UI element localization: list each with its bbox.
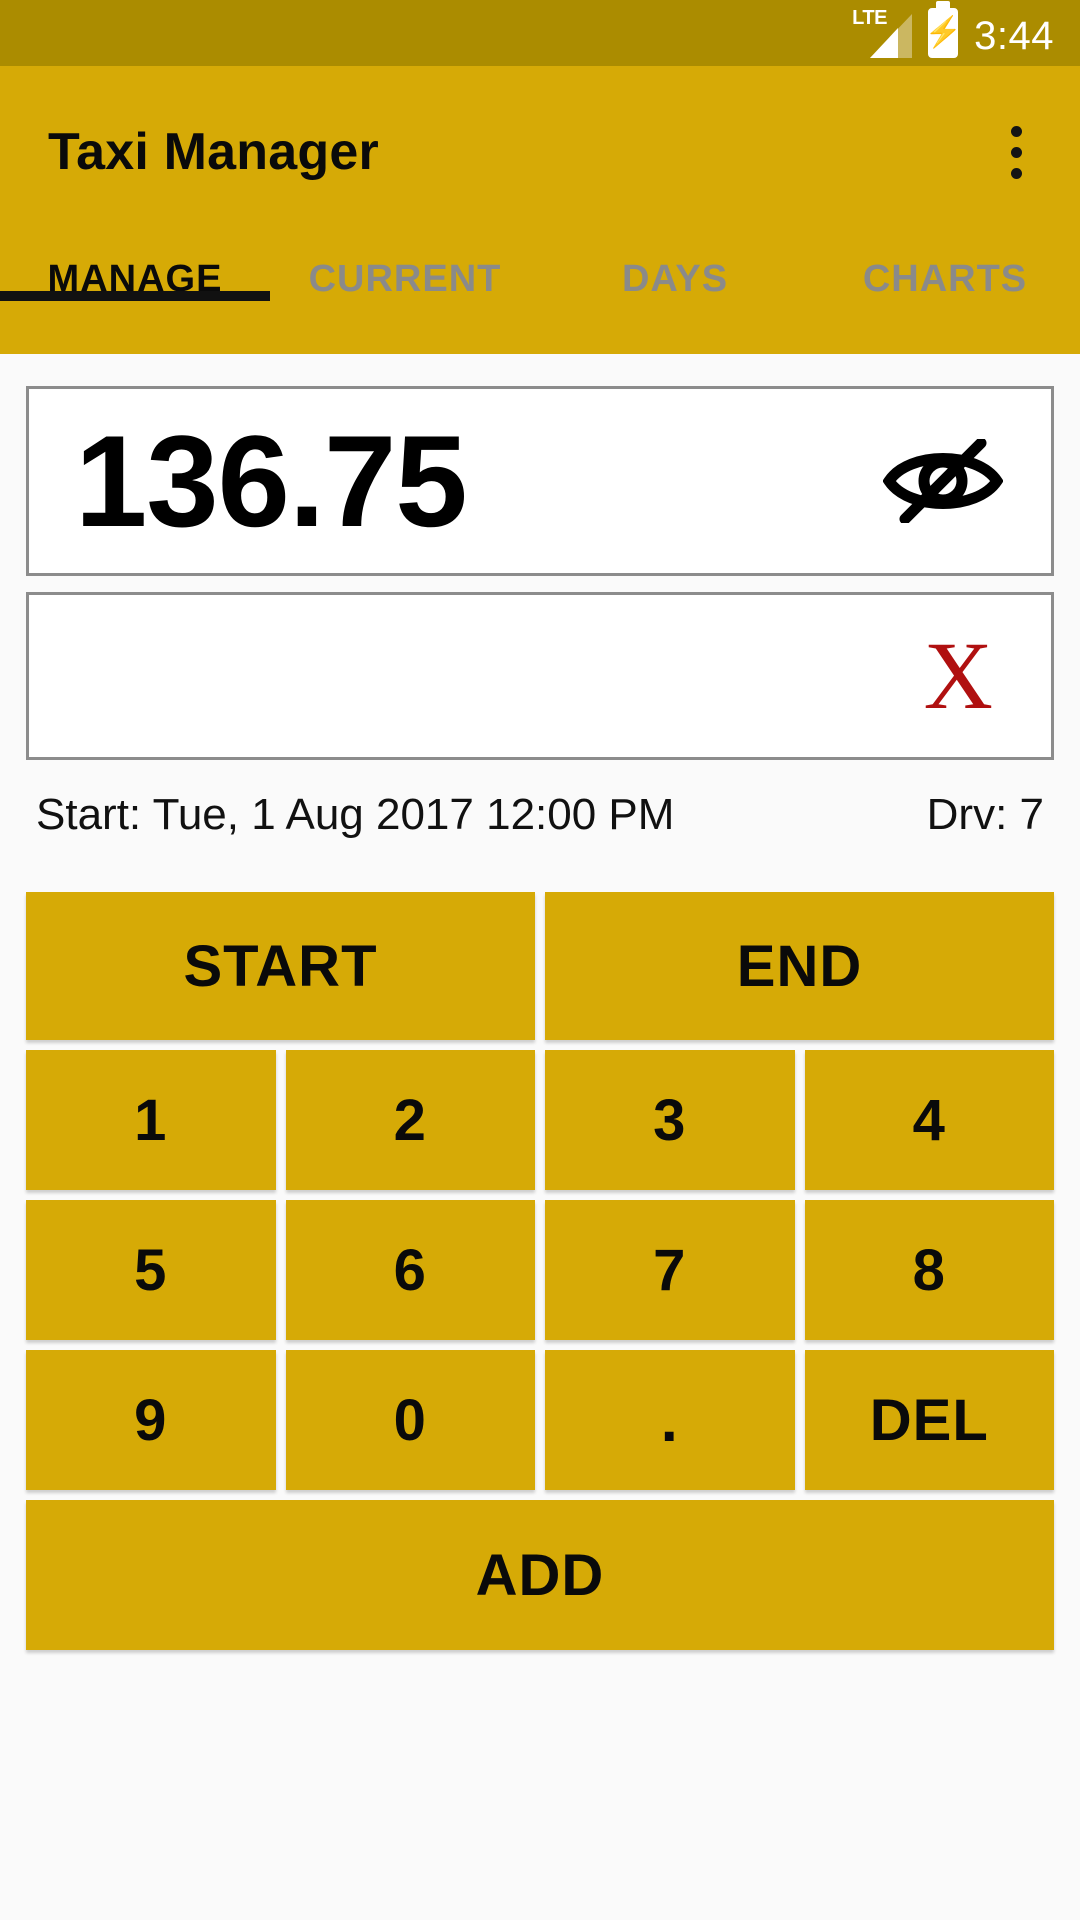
secondary-input-field[interactable]: X xyxy=(26,592,1054,760)
key-1[interactable]: 1 xyxy=(26,1050,276,1190)
overflow-dot xyxy=(1010,146,1022,158)
keypad-row-2: 5 6 7 8 xyxy=(26,1200,1054,1340)
keypad: START END 1 2 3 4 5 6 7 8 9 0 . DEL ADD xyxy=(0,892,1080,1650)
keypad-action-row: START END xyxy=(26,892,1054,1040)
key-5[interactable]: 5 xyxy=(26,1200,276,1340)
driver-label: Drv: 7 xyxy=(926,790,1044,839)
start-button[interactable]: START xyxy=(26,892,535,1040)
key-7[interactable]: 7 xyxy=(545,1200,795,1340)
end-button[interactable]: END xyxy=(545,892,1054,1040)
overflow-menu-icon[interactable] xyxy=(996,112,1036,192)
add-button[interactable]: ADD xyxy=(26,1500,1054,1650)
overflow-dot xyxy=(1010,167,1022,179)
manage-tab-content: 136.75 X Start: Tue, 1 Aug 2017 12:00 PM… xyxy=(0,386,1080,1920)
tab-current[interactable]: CURRENT xyxy=(270,238,540,301)
key-2[interactable]: 2 xyxy=(285,1050,535,1190)
tab-bar: MANAGE CURRENT DAYS CHARTS xyxy=(0,238,1080,354)
key-decimal[interactable]: . xyxy=(545,1350,795,1490)
keypad-row-3: 9 0 . DEL xyxy=(26,1350,1054,1490)
clear-x-icon[interactable]: X xyxy=(924,628,993,724)
key-6[interactable]: 6 xyxy=(285,1200,535,1340)
overflow-dot xyxy=(1010,125,1022,137)
key-9[interactable]: 9 xyxy=(26,1350,276,1490)
key-delete[interactable]: DEL xyxy=(804,1350,1054,1490)
amount-field[interactable]: 136.75 xyxy=(26,386,1054,576)
status-bar: LTE ⚡ 3:44 xyxy=(0,0,1080,66)
eye-off-icon[interactable] xyxy=(882,437,1004,525)
keypad-row-1: 1 2 3 4 xyxy=(26,1050,1054,1190)
signal-bars-filled xyxy=(870,28,899,58)
battery-charging-icon: ⚡ xyxy=(924,8,962,58)
page-title: Taxi Manager xyxy=(48,123,379,181)
status-bar-icons: LTE ⚡ 3:44 xyxy=(852,8,1054,58)
key-4[interactable]: 4 xyxy=(804,1050,1054,1190)
charging-bolt-icon: ⚡ xyxy=(924,16,962,49)
amount-value: 136.75 xyxy=(75,408,468,554)
trip-info-row: Start: Tue, 1 Aug 2017 12:00 PM Drv: 7 xyxy=(0,760,1080,840)
keypad-add-row: ADD xyxy=(26,1500,1054,1650)
signal-bars-icon: LTE xyxy=(852,8,913,58)
tab-charts[interactable]: CHARTS xyxy=(810,238,1080,301)
status-bar-clock: 3:44 xyxy=(974,14,1054,58)
key-3[interactable]: 3 xyxy=(545,1050,795,1190)
tab-days[interactable]: DAYS xyxy=(540,238,810,301)
app-bar: Taxi Manager xyxy=(0,66,1080,238)
tab-manage[interactable]: MANAGE xyxy=(0,238,270,301)
key-8[interactable]: 8 xyxy=(804,1200,1054,1340)
start-time-label: Start: Tue, 1 Aug 2017 12:00 PM xyxy=(36,790,675,839)
key-0[interactable]: 0 xyxy=(285,1350,535,1490)
